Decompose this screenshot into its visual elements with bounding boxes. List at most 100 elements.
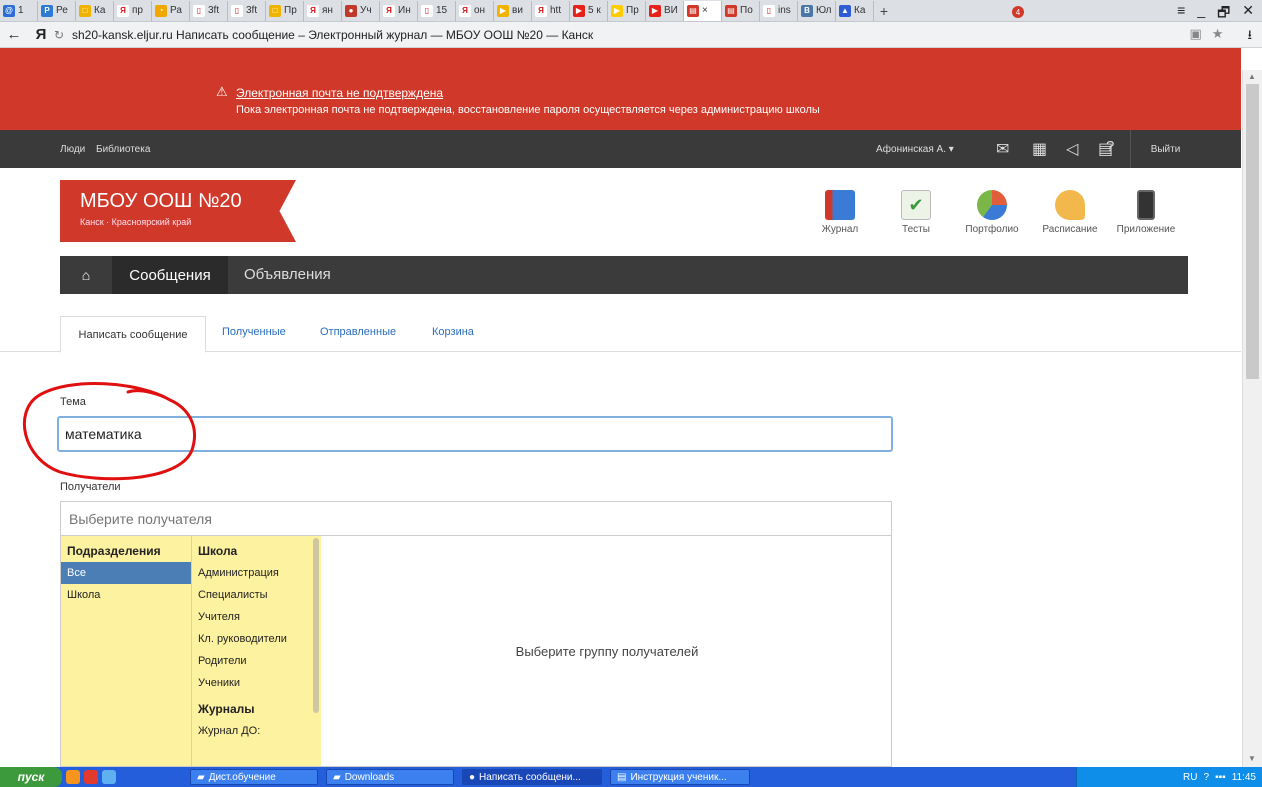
browser-tab[interactable]: ▶ ви xyxy=(494,0,532,21)
page-scrollbar[interactable]: ▲ ▼ xyxy=(1242,70,1262,767)
browser-tab[interactable]: ▶ 5 к xyxy=(570,0,608,21)
tab-favicon-icon: □ xyxy=(79,4,91,17)
browser-tab[interactable]: ▶ ВИ xyxy=(646,0,684,21)
tray-help-icon[interactable]: ? xyxy=(1204,772,1210,783)
browser-icon: ● xyxy=(469,771,476,783)
browser-tab[interactable]: ● Уч xyxy=(342,0,380,21)
recipients-input[interactable] xyxy=(60,501,892,536)
windows-taskbar: пуск ▰ Дист.обучение ▰ Downloads ● Написать… xyxy=(0,767,1262,787)
url-field[interactable]: sh20-kansk.eljur.ru Написать сообщение –… xyxy=(72,28,593,42)
browser-tab[interactable]: ▲ Ка xyxy=(836,0,874,21)
scroll-down-arrow-icon[interactable]: ▼ xyxy=(1248,754,1256,763)
division-item-school[interactable]: Школа xyxy=(61,584,191,606)
nav-announcements[interactable]: Объявления xyxy=(244,266,331,283)
browser-tab[interactable]: В Юл xyxy=(798,0,836,21)
groups-column: Школа Администрация Специалисты Учителя … xyxy=(191,536,321,766)
browser-tab[interactable]: ▯ ins xyxy=(760,0,798,21)
reader-mode-icon[interactable]: ▣ xyxy=(1189,26,1201,48)
tab-write-message[interactable]: Написать сообщение xyxy=(60,316,206,353)
nav-library-link[interactable]: Библиотека xyxy=(96,144,150,155)
browser-tab[interactable]: @1 xyxy=(0,0,38,21)
school-region: Канск · Красноярский край xyxy=(80,217,192,227)
mail-icon[interactable]: ✉ xyxy=(996,139,1009,159)
back-button[interactable]: ← xyxy=(0,26,28,43)
group-item[interactable]: Специалисты xyxy=(192,584,321,606)
journal-item[interactable]: Журнал ДО: xyxy=(192,720,321,742)
bookmark-star-icon[interactable]: ★ xyxy=(1212,26,1224,48)
calendar-icon[interactable]: ▦ xyxy=(1032,139,1047,159)
group-item[interactable]: Учителя xyxy=(192,606,321,628)
app-mobile[interactable]: Приложение xyxy=(1106,190,1186,235)
tab-sent[interactable]: Отправленные xyxy=(320,326,396,338)
group-item[interactable]: Родители xyxy=(192,650,321,672)
app-tests[interactable]: ✔ Тесты xyxy=(876,190,956,235)
browser-tab[interactable]: ▶ Пр xyxy=(608,0,646,21)
tab-label: Ка xyxy=(854,5,866,16)
tab-label: ян xyxy=(322,5,333,16)
reload-icon[interactable]: ↻ xyxy=(54,28,72,42)
app-schedule[interactable]: Расписание xyxy=(1030,190,1110,235)
nav-people-link[interactable]: Люди xyxy=(60,144,85,155)
warning-icon: ⚠ xyxy=(216,84,228,99)
yandex-browser-icon[interactable] xyxy=(84,770,98,784)
browser-tab[interactable]: ▤ × xyxy=(684,0,722,21)
group-item[interactable]: Администрация xyxy=(192,562,321,584)
tab-favicon-icon: Я xyxy=(117,4,129,17)
browser-tab[interactable]: □ Пр xyxy=(266,0,304,21)
language-indicator[interactable]: RU xyxy=(1183,772,1197,783)
download-icon[interactable]: ⭳ xyxy=(1247,26,1252,48)
browser-tab[interactable]: ▯ 3ft xyxy=(228,0,266,21)
top-navigation: Люди Библиотека Афонинская А. ▾ ✉ ▦ ◁ ▤ xyxy=(0,130,1241,168)
scrollbar-thumb[interactable] xyxy=(1246,84,1259,379)
division-item-all[interactable]: Все xyxy=(61,562,191,584)
tab-received[interactable]: Полученные xyxy=(222,326,286,338)
browser-tab[interactable]: Яян xyxy=(304,0,342,21)
nav-messages[interactable]: Сообщения xyxy=(112,256,228,294)
new-tab-button[interactable]: + xyxy=(874,3,894,19)
home-icon[interactable]: ⌂ xyxy=(60,256,112,294)
logout-button[interactable]: Выйти xyxy=(1130,130,1200,168)
start-button[interactable]: пуск xyxy=(0,767,62,787)
tray-icons[interactable]: ▪▪▪ xyxy=(1215,772,1226,783)
divisions-header: Подразделения xyxy=(67,544,161,558)
browser-tab[interactable]: ▯ 3ft xyxy=(190,0,228,21)
app-portfolio[interactable]: Портфолио xyxy=(952,190,1032,235)
warning-title-link[interactable]: Электронная почта не подтверждена xyxy=(236,86,443,100)
tab-label: Ин xyxy=(398,5,411,16)
help-icon[interactable]: ? xyxy=(1106,138,1114,155)
firefox-icon[interactable] xyxy=(66,770,80,784)
portfolio-pie-icon xyxy=(977,190,1007,220)
subject-input[interactable] xyxy=(57,416,893,452)
taskbar-item[interactable]: ▰ Дист.обучение xyxy=(190,769,318,785)
browser-tab[interactable]: Я Ин xyxy=(380,0,418,21)
taskbar-item[interactable]: ▰ Downloads xyxy=(326,769,454,785)
taskbar-item[interactable]: ▤ Инструкция ученик... xyxy=(610,769,750,785)
tab-label: По xyxy=(740,5,753,16)
browser-tab[interactable]: ▯ 15 xyxy=(418,0,456,21)
browser-tab[interactable]: □ Ка xyxy=(76,0,114,21)
ie-icon[interactable] xyxy=(102,770,116,784)
browser-tab[interactable]: ◔ Ра xyxy=(152,0,190,21)
app-journal[interactable]: Журнал xyxy=(800,190,880,235)
browser-tab[interactable]: Япр xyxy=(114,0,152,21)
browser-tab[interactable]: Яhtt xyxy=(532,0,570,21)
scroll-up-arrow-icon[interactable]: ▲ xyxy=(1248,72,1256,81)
tab-favicon-icon: ▤ xyxy=(725,4,737,17)
yandex-logo-icon[interactable]: Я xyxy=(28,26,54,43)
tab-label: 1 xyxy=(18,5,24,16)
tab-favicon-icon: ▯ xyxy=(421,4,433,17)
tab-label: ви xyxy=(512,5,523,16)
browser-tab[interactable]: Яон xyxy=(456,0,494,21)
school-logo-banner[interactable]: МБОУ ООШ №20 Канск · Красноярский край xyxy=(60,180,296,242)
group-item[interactable]: Кл. руководители xyxy=(192,628,321,650)
groups-scrollbar[interactable] xyxy=(313,538,319,713)
user-menu[interactable]: Афонинская А. ▾ xyxy=(876,144,954,155)
tab-trash[interactable]: Корзина xyxy=(432,326,474,338)
browser-tab[interactable]: ▤ По xyxy=(722,0,760,21)
megaphone-icon[interactable]: ◁ xyxy=(1066,139,1078,159)
tab-favicon-icon: Я xyxy=(383,4,395,17)
tab-favicon-icon: ▯ xyxy=(763,4,775,17)
taskbar-item-active[interactable]: ● Написать сообщени... xyxy=(462,769,602,785)
browser-tab[interactable]: Р Ре xyxy=(38,0,76,21)
group-item[interactable]: Ученики xyxy=(192,672,321,694)
